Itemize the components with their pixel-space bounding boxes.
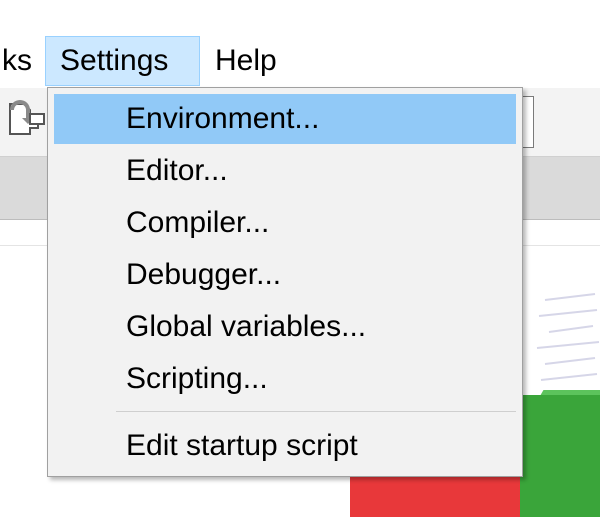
run-to-cursor-icon[interactable] <box>2 96 46 140</box>
menubar-item-help[interactable]: Help <box>201 36 291 86</box>
menu-separator <box>116 411 516 412</box>
menu-item-environment[interactable]: Environment... <box>54 94 516 144</box>
menu-item-editor[interactable]: Editor... <box>54 146 516 196</box>
menu-item-scripting[interactable]: Scripting... <box>54 354 516 404</box>
menu-bar: ks Settings Help <box>0 0 600 88</box>
splash-art-green-block <box>520 395 600 517</box>
menu-item-debugger[interactable]: Debugger... <box>54 250 516 300</box>
menubar-item-settings[interactable]: Settings <box>45 36 200 86</box>
menu-item-compiler[interactable]: Compiler... <box>54 198 516 248</box>
code-sketch-decoration <box>536 293 600 381</box>
menu-item-edit-startup-script[interactable]: Edit startup script <box>54 421 516 471</box>
menu-item-global-variables[interactable]: Global variables... <box>54 302 516 352</box>
settings-menu: Environment... Editor... Compiler... Deb… <box>47 87 523 477</box>
menubar-item-partial[interactable]: ks <box>0 36 46 86</box>
